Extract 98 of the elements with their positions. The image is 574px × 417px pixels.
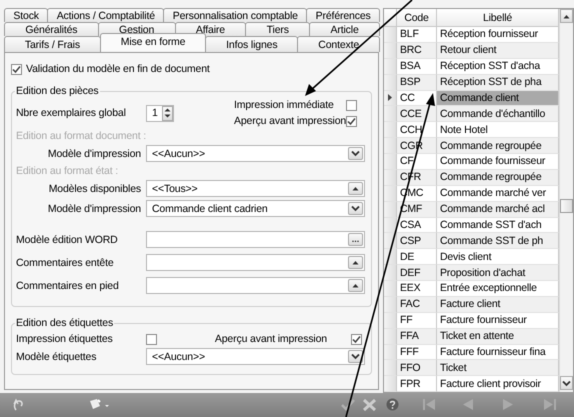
field-label: Modèles disponibles (48, 182, 142, 194)
table-cell[interactable]: FFO (397, 360, 437, 376)
scroll-down-button[interactable] (560, 376, 573, 390)
scroll-up-button[interactable] (348, 279, 363, 292)
table-cell[interactable]: FAC (397, 296, 437, 313)
delete-icon[interactable] (362, 398, 377, 412)
tab[interactable]: Personnalisation comptable (163, 8, 308, 22)
checkbox-label: Validation du modèle en fin de document (26, 63, 210, 75)
table-cell[interactable]: BRC (397, 42, 437, 59)
tab[interactable]: Infos lignes (205, 36, 298, 52)
chevron-down-icon (351, 353, 360, 360)
table-cell[interactable]: CSP (397, 233, 437, 250)
chevron-down-icon (351, 150, 360, 157)
tab[interactable]: Préférences (306, 8, 380, 22)
tab[interactable]: Mise en forme (100, 33, 206, 51)
table-cell[interactable]: Facture client (437, 296, 559, 313)
arrow-up-icon (352, 186, 359, 191)
checkbox-label: Impression étiquettes (16, 333, 114, 345)
chevron-down-icon (562, 380, 571, 386)
checkmark-icon (352, 334, 361, 344)
first-page-icon[interactable] (422, 398, 436, 411)
arrow-up-icon (352, 283, 359, 288)
new-document-icon[interactable] (88, 398, 112, 412)
help-icon[interactable] (386, 398, 399, 411)
tab[interactable]: Tarifs / Frais (4, 36, 101, 52)
checkbox[interactable] (346, 100, 358, 110)
arrow-down-icon (164, 114, 171, 118)
section-heading: Edition au format document : (16, 130, 148, 142)
dropdown[interactable]: <<Aucun>> (146, 348, 365, 365)
previous-icon[interactable] (461, 398, 474, 411)
table-cell[interactable]: DEF (397, 265, 437, 281)
table-cell[interactable]: Réception SST de pha (437, 74, 559, 90)
checkbox[interactable] (146, 334, 157, 344)
tab[interactable]: Article (309, 22, 380, 36)
checkbox-label: Aperçu avant impression (234, 115, 346, 127)
tab[interactable]: Tiers (245, 22, 310, 36)
check-icon[interactable] (340, 398, 356, 412)
table-cell[interactable]: CCE (397, 106, 437, 122)
table-cell[interactable]: Commande regroupée (437, 170, 559, 186)
checkmark-icon (347, 116, 356, 126)
next-icon[interactable] (502, 398, 515, 411)
tab[interactable]: Stock (4, 8, 48, 22)
column-header[interactable]: Code (397, 9, 437, 27)
tab[interactable]: Contexte (297, 36, 380, 52)
checkbox-label: Impression immédiate (234, 99, 335, 111)
table-cell[interactable]: FPR (397, 376, 437, 392)
list-field[interactable] (146, 254, 365, 271)
table-cell[interactable]: Commande SST de ph (437, 233, 559, 250)
scroll-up-button[interactable] (348, 256, 363, 269)
checkbox[interactable] (346, 116, 358, 126)
table-cell[interactable]: Commande regroupée (437, 138, 559, 154)
dropdown-button[interactable] (348, 350, 363, 363)
field-label: Modèle d'impression (46, 202, 142, 214)
scroll-up-button[interactable] (560, 9, 573, 23)
table-cell[interactable]: Retour client (437, 42, 559, 59)
field-label: Nbre exemplaires global (16, 107, 127, 119)
arrow-up-icon (164, 108, 171, 112)
row-pointer-icon (388, 94, 392, 102)
field-label: Commentaires entête (16, 256, 115, 268)
dropdown-button[interactable] (348, 147, 363, 160)
input-field[interactable]: ... (146, 231, 365, 248)
field-label: Modèle d'impression (46, 148, 142, 160)
scroll-thumb[interactable] (560, 199, 573, 213)
field-label: Modèle édition WORD (16, 234, 119, 246)
checkbox[interactable] (11, 64, 22, 74)
field-label: Modèle étiquettes (16, 350, 98, 362)
tab[interactable]: Généralités (4, 22, 99, 36)
scrollbar[interactable] (559, 9, 573, 392)
tab[interactable]: Actions / Comptabilité (47, 8, 164, 22)
section-heading: Edition au format état : (16, 165, 120, 177)
table-cell[interactable]: Ticket en attente (437, 328, 559, 344)
browse-button[interactable]: ... (348, 233, 363, 246)
table-cell[interactable]: Proposition d'achat (437, 265, 559, 281)
checkbox[interactable] (351, 334, 362, 344)
group-title: Edition des étiquettes (15, 317, 114, 329)
row-selector[interactable] (384, 265, 397, 281)
table-cell[interactable]: Commande d'échantillo (437, 106, 559, 122)
spin-buttons[interactable] (162, 106, 173, 120)
arrow-up-icon (563, 14, 570, 18)
group-title: Edition des pièces (15, 85, 100, 97)
spin-field[interactable]: 1 (146, 104, 174, 122)
checkbox-label: Aperçu avant impression (214, 333, 328, 345)
dropdown-button[interactable] (348, 202, 363, 215)
table-cell[interactable]: FFA (397, 328, 437, 344)
last-page-icon[interactable] (543, 398, 557, 411)
table-cell[interactable]: BSP (397, 74, 437, 90)
field-label: Commentaires en pied (16, 280, 120, 292)
table-cell[interactable]: Commande client (437, 90, 559, 106)
list-field[interactable] (146, 277, 365, 294)
table-cell[interactable]: Ticket (437, 360, 559, 376)
undo-icon[interactable] (12, 398, 26, 412)
arrow-up-icon (352, 260, 359, 265)
checkmark-icon (12, 64, 21, 74)
row-selector[interactable] (384, 90, 397, 106)
column-header[interactable]: Libellé (437, 9, 559, 27)
chevron-down-icon (351, 205, 360, 212)
scroll-up-button[interactable] (348, 182, 363, 195)
table-cell[interactable]: Commande marché acl (437, 202, 559, 218)
